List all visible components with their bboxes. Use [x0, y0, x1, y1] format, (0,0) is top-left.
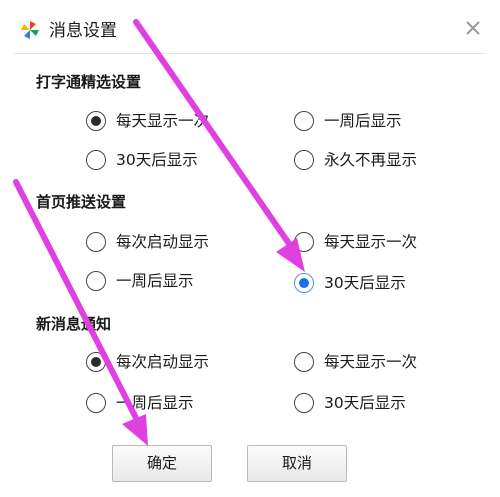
message-settings-dialog: 消息设置 打字通精选设置 每天显示一次 一周后显示 30天后显示 永久不再显示 … [0, 0, 500, 497]
radio-dot[interactable] [294, 111, 314, 131]
cancel-button[interactable]: 取消 [247, 445, 347, 482]
section-title-new-message: 新消息通知 [36, 315, 112, 333]
featured-daily-radio[interactable]: 每天显示一次 [86, 111, 209, 131]
title-bar: 消息设置 [0, 0, 500, 54]
homepage-daily-radio[interactable]: 每天显示一次 [294, 232, 417, 252]
section-title-featured: 打字通精选设置 [36, 73, 142, 91]
radio-dot[interactable] [86, 393, 106, 413]
section-title-homepage: 首页推送设置 [36, 193, 127, 211]
radio-dot[interactable] [294, 232, 314, 252]
radio-label: 一周后显示 [116, 394, 194, 412]
radio-label: 每天显示一次 [324, 233, 418, 251]
close-icon[interactable] [461, 16, 485, 40]
homepage-every-launch-radio[interactable]: 每次启动显示 [86, 232, 209, 252]
radio-dot[interactable] [294, 150, 314, 170]
radio-label: 每天显示一次 [324, 353, 418, 371]
radio-label: 30天后显示 [116, 151, 198, 169]
radio-label: 永久不再显示 [324, 151, 418, 169]
newmsg-every-launch-radio[interactable]: 每次启动显示 [86, 352, 209, 372]
radio-dot[interactable] [86, 150, 106, 170]
radio-dot-selected[interactable] [86, 111, 106, 131]
radio-label: 每次启动显示 [116, 353, 210, 371]
radio-label: 一周后显示 [324, 112, 402, 130]
featured-weekly-radio[interactable]: 一周后显示 [294, 111, 402, 131]
radio-dot[interactable] [86, 232, 106, 252]
radio-label: 一周后显示 [116, 272, 194, 290]
radio-dot[interactable] [86, 271, 106, 291]
radio-dot[interactable] [294, 352, 314, 372]
homepage-30days-radio[interactable]: 30天后显示 [294, 273, 406, 293]
radio-label: 30天后显示 [324, 394, 406, 412]
ok-button[interactable]: 确定 [112, 445, 212, 482]
title-divider [14, 53, 486, 54]
radio-label: 30天后显示 [324, 274, 406, 292]
radio-dot-selected[interactable] [86, 352, 106, 372]
radio-dot-selected[interactable] [294, 273, 314, 293]
newmsg-weekly-radio[interactable]: 一周后显示 [86, 393, 194, 413]
newmsg-daily-radio[interactable]: 每天显示一次 [294, 352, 417, 372]
pinwheel-logo-icon [21, 21, 39, 39]
radio-label: 每天显示一次 [116, 112, 210, 130]
radio-label: 每次启动显示 [116, 233, 210, 251]
radio-dot[interactable] [294, 393, 314, 413]
dialog-title: 消息设置 [49, 21, 117, 41]
featured-never-radio[interactable]: 永久不再显示 [294, 150, 417, 170]
newmsg-30days-radio[interactable]: 30天后显示 [294, 393, 406, 413]
featured-30days-radio[interactable]: 30天后显示 [86, 150, 198, 170]
homepage-weekly-radio[interactable]: 一周后显示 [86, 271, 194, 291]
